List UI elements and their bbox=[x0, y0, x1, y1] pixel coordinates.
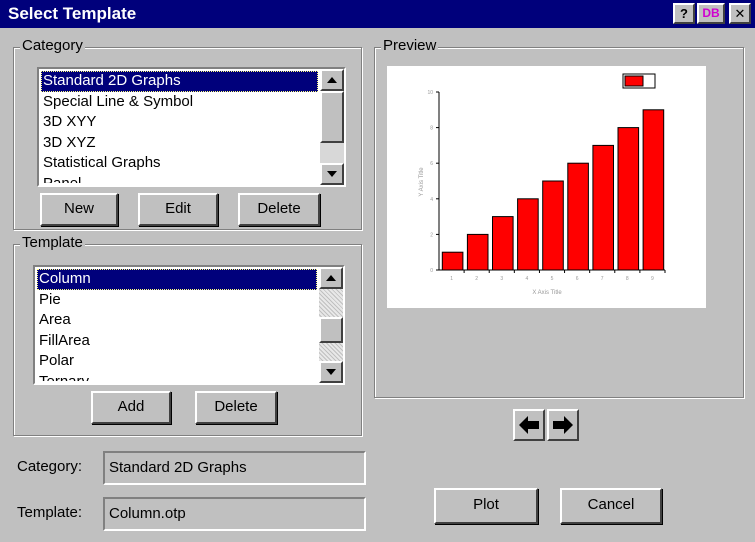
x-axis-title: X Axis Title bbox=[532, 290, 562, 296]
arrow-left-icon bbox=[519, 416, 539, 434]
list-item[interactable]: Ternary bbox=[37, 372, 317, 382]
arrow-right-icon bbox=[553, 416, 573, 434]
category-scrollbar[interactable] bbox=[320, 69, 344, 185]
list-item[interactable]: Panel bbox=[41, 174, 318, 184]
template-list-items: Column Pie Area FillArea Polar Ternary bbox=[37, 269, 317, 381]
category-list-items: Standard 2D Graphs Special Line & Symbol 3… bbox=[41, 71, 318, 183]
x-tick-label: 8 bbox=[626, 276, 629, 282]
chart-bar bbox=[492, 216, 514, 271]
list-item[interactable]: Special Line & Symbol bbox=[41, 92, 318, 113]
chart-bar bbox=[466, 233, 489, 271]
y-tick-label: 2 bbox=[430, 232, 433, 238]
list-item[interactable]: 3D XYY bbox=[41, 112, 318, 133]
list-item[interactable]: Polar bbox=[37, 351, 317, 372]
scroll-thumb[interactable] bbox=[320, 91, 344, 143]
category-list[interactable]: Standard 2D Graphs Special Line & Symbol 3… bbox=[37, 67, 346, 187]
template-add-button[interactable]: Add bbox=[91, 391, 171, 424]
chart-bar bbox=[592, 144, 614, 271]
list-item[interactable]: FillArea bbox=[37, 331, 317, 352]
scroll-up-button[interactable] bbox=[320, 69, 344, 91]
close-button[interactable]: ✕ bbox=[729, 3, 751, 24]
chart-bar bbox=[567, 162, 589, 271]
scroll-down-button[interactable] bbox=[320, 163, 344, 185]
x-tick-label: 2 bbox=[475, 276, 478, 282]
list-item[interactable]: Statistical Graphs bbox=[41, 153, 318, 174]
template-scrollbar[interactable] bbox=[319, 267, 343, 383]
list-item[interactable]: Pie bbox=[37, 290, 317, 311]
chart-bar bbox=[441, 251, 464, 271]
chart-bars bbox=[441, 109, 665, 271]
x-tick-label: 3 bbox=[500, 276, 503, 282]
y-axis-title: Y Axis Title bbox=[419, 167, 425, 197]
template-field: Column.otp bbox=[103, 497, 366, 531]
chevron-up-icon bbox=[326, 275, 336, 281]
preview-canvas: 1 2 3 4 5 6 7 8 9 0 2 4 6 8 10 X Axis Title Y Axis Tit… bbox=[387, 66, 706, 308]
chart-bar bbox=[542, 180, 564, 271]
category-delete-button[interactable]: Delete bbox=[238, 193, 320, 226]
dialog-title: Select Template bbox=[8, 4, 137, 23]
select-template-dialog: Select Template ? DB ✕ Category Standard… bbox=[0, 0, 755, 542]
chart-bar bbox=[517, 198, 539, 271]
x-tick-label: 5 bbox=[551, 276, 554, 282]
y-tick-label: 0 bbox=[430, 268, 433, 274]
chart-bar bbox=[642, 109, 665, 271]
cancel-button[interactable]: Cancel bbox=[560, 488, 662, 524]
scroll-up-button[interactable] bbox=[319, 267, 343, 289]
list-item[interactable]: 3D XYZ bbox=[41, 133, 318, 154]
category-edit-button[interactable]: Edit bbox=[138, 193, 218, 226]
help-icon: ? bbox=[680, 6, 688, 21]
x-tick-label: 9 bbox=[651, 276, 654, 282]
scroll-down-button[interactable] bbox=[319, 361, 343, 383]
next-template-button[interactable] bbox=[547, 409, 579, 441]
x-tick-label: 1 bbox=[450, 276, 453, 282]
column-chart-preview: 1 2 3 4 5 6 7 8 9 0 2 4 6 8 10 X Axis Title Y Axis Tit… bbox=[419, 73, 666, 296]
category-group-label: Category bbox=[20, 37, 85, 54]
list-item[interactable]: Area bbox=[37, 310, 317, 331]
y-tick-label: 4 bbox=[430, 197, 433, 203]
chevron-up-icon bbox=[327, 77, 337, 83]
y-tick-label: 8 bbox=[430, 126, 433, 132]
template-list[interactable]: Column Pie Area FillArea Polar Ternary bbox=[33, 265, 345, 385]
help-button[interactable]: ? bbox=[673, 3, 695, 24]
y-tick-label: 6 bbox=[430, 161, 433, 167]
x-tick-label: 4 bbox=[526, 276, 529, 282]
category-field-label: Category: bbox=[17, 458, 83, 475]
category-new-button[interactable]: New bbox=[40, 193, 118, 226]
title-bar: Select Template ? DB ✕ bbox=[0, 0, 755, 28]
template-delete-button[interactable]: Delete bbox=[195, 391, 277, 424]
scroll-thumb[interactable] bbox=[319, 317, 343, 343]
chart-bar bbox=[617, 127, 640, 271]
database-button[interactable]: DB bbox=[697, 3, 725, 24]
previous-template-button[interactable] bbox=[513, 409, 545, 441]
y-tick-label: 10 bbox=[427, 90, 433, 96]
template-group-label: Template bbox=[20, 234, 85, 251]
list-item[interactable]: Column bbox=[37, 269, 317, 290]
preview-group-label: Preview bbox=[381, 37, 439, 54]
x-tick-label: 6 bbox=[576, 276, 579, 282]
category-field: Standard 2D Graphs bbox=[103, 451, 366, 485]
list-item[interactable]: Standard 2D Graphs bbox=[41, 71, 318, 92]
legend-swatch bbox=[624, 75, 644, 87]
x-tick-label: 7 bbox=[601, 276, 604, 282]
chart-legend bbox=[622, 73, 656, 89]
chevron-down-icon bbox=[327, 171, 337, 177]
database-icon: DB bbox=[702, 6, 720, 20]
plot-button[interactable]: Plot bbox=[434, 488, 538, 524]
chevron-down-icon bbox=[326, 369, 336, 375]
close-icon: ✕ bbox=[734, 6, 746, 21]
template-field-label: Template: bbox=[17, 504, 83, 521]
